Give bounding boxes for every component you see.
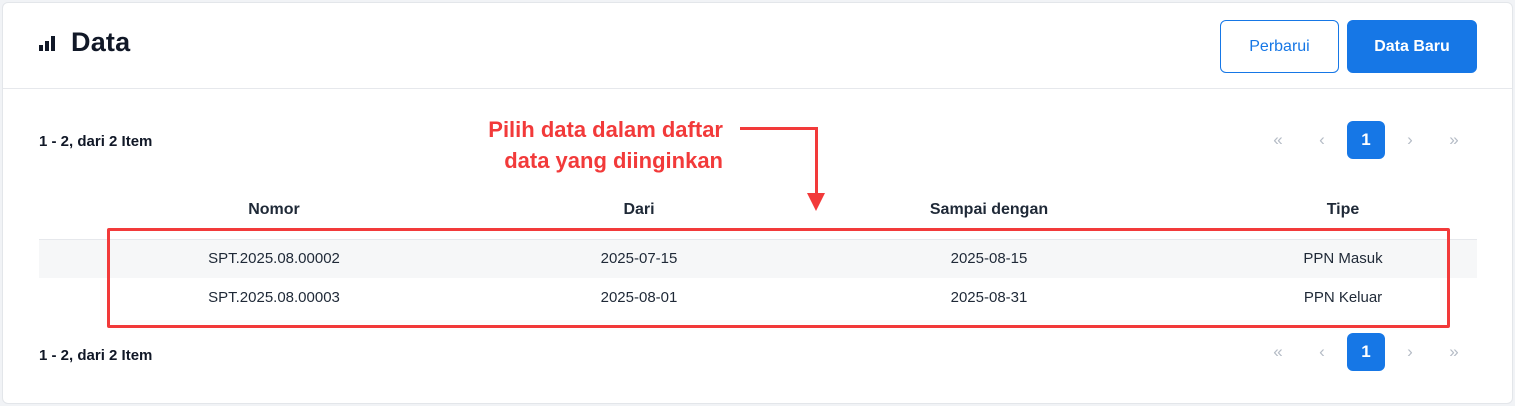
page-button-current[interactable]: 1 — [1347, 333, 1385, 371]
new-data-button[interactable]: Data Baru — [1347, 20, 1477, 73]
annotation-line-2: data yang diinginkan — [504, 148, 723, 173]
cell-tipe: PPN Masuk — [1209, 238, 1477, 278]
column-header-tipe[interactable]: Tipe — [1209, 181, 1477, 239]
cell-dari: 2025-07-15 — [509, 238, 769, 278]
table-header-row: Nomor Dari Sampai dengan Tipe — [39, 181, 1477, 239]
annotation-arrow-line — [740, 127, 818, 130]
page-button-current[interactable]: 1 — [1347, 121, 1385, 159]
refresh-button[interactable]: Perbarui — [1220, 20, 1339, 73]
cell-nomor: SPT.2025.08.00002 — [39, 238, 509, 278]
panel-header: Data Perbarui Data Baru — [3, 3, 1512, 89]
last-page-button[interactable]: » — [1435, 333, 1473, 371]
page-title: Data — [71, 27, 131, 57]
next-page-button[interactable]: › — [1391, 121, 1429, 159]
cell-sampai-dengan: 2025-08-15 — [769, 238, 1209, 278]
column-header-dari[interactable]: Dari — [509, 181, 769, 239]
column-header-nomor[interactable]: Nomor — [39, 181, 509, 239]
column-header-sampai-dengan[interactable]: Sampai dengan — [769, 181, 1209, 239]
table-row[interactable]: SPT.2025.08.00003 2025-08-01 2025-08-31 … — [39, 278, 1477, 317]
annotation-text: Pilih data dalam daftar data yang diingi… — [443, 114, 723, 176]
prev-page-button[interactable]: ‹ — [1303, 333, 1341, 371]
data-table: Nomor Dari Sampai dengan Tipe SPT.2025.0… — [39, 181, 1477, 317]
pagination-top: « ‹ 1 › » — [1259, 121, 1473, 159]
item-count-bottom: 1 - 2, dari 2 Item — [39, 347, 153, 364]
cell-tipe: PPN Keluar — [1303, 289, 1383, 306]
cell-nomor: SPT.2025.08.00003 — [208, 289, 340, 306]
panel-content: 1 - 2, dari 2 Item « ‹ 1 › » Pilih data … — [3, 89, 1512, 405]
first-page-button[interactable]: « — [1259, 333, 1297, 371]
pagination-bottom: « ‹ 1 › » — [1259, 333, 1473, 371]
table-row[interactable]: SPT.2025.08.00002 2025-07-15 2025-08-15 … — [39, 238, 1477, 278]
annotation-line-1: Pilih data dalam daftar — [488, 117, 723, 142]
cell-dari: 2025-08-01 — [600, 289, 678, 306]
prev-page-button[interactable]: ‹ — [1303, 121, 1341, 159]
next-page-button[interactable]: › — [1391, 333, 1429, 371]
first-page-button[interactable]: « — [1259, 121, 1297, 159]
item-count-top: 1 - 2, dari 2 Item — [39, 133, 153, 150]
bar-chart-icon — [39, 35, 55, 51]
title-wrap: Data — [39, 27, 130, 58]
data-panel: Data Perbarui Data Baru 1 - 2, dari 2 It… — [2, 2, 1513, 404]
cell-sampai-dengan: 2025-08-31 — [950, 289, 1028, 306]
last-page-button[interactable]: » — [1435, 121, 1473, 159]
